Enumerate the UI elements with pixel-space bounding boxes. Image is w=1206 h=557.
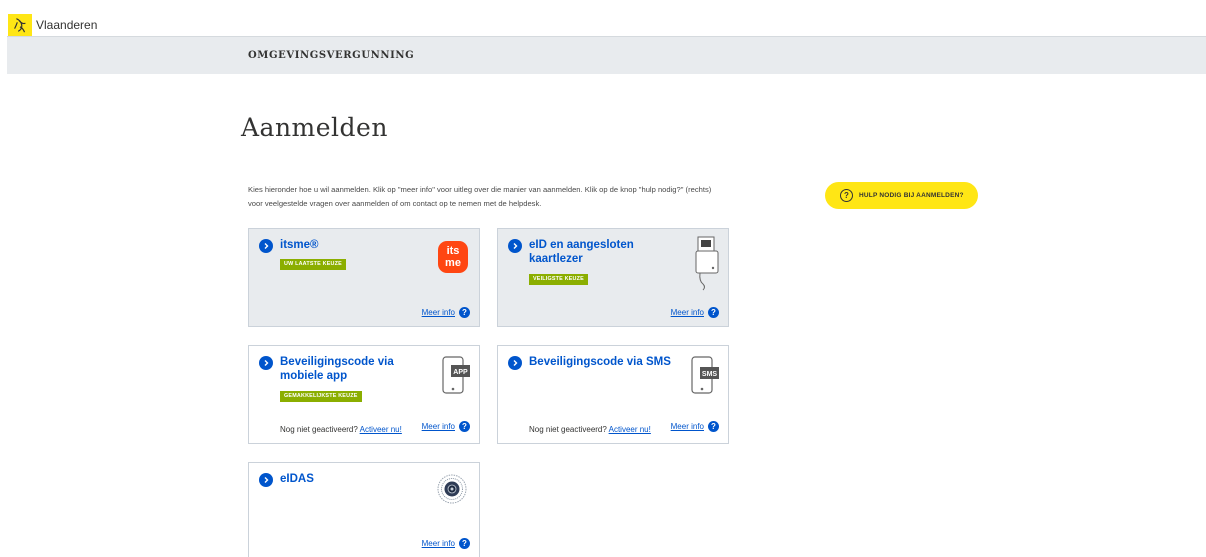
help-icon[interactable]: ? <box>459 421 470 432</box>
activate-now-link[interactable]: Activeer nu! <box>360 425 402 434</box>
help-button[interactable]: ? HULP NODIG BIJ AANMELDEN? <box>825 182 978 209</box>
vlaanderen-logo-icon[interactable] <box>8 14 32 36</box>
more-info: Meer info ? <box>422 421 470 432</box>
activation-hint: Nog niet geactiveerd? Activeer nu! <box>529 425 651 434</box>
more-info: Meer info ? <box>671 421 719 432</box>
itsme-logo-icon: its me <box>438 241 468 273</box>
chevron-right-icon <box>259 356 273 370</box>
top-bar: Vlaanderen <box>0 0 1206 36</box>
login-option-eid[interactable]: eID en aangesloten kaartlezer VEILIGSTE … <box>497 228 729 327</box>
itsme-logo-bottom: me <box>445 257 461 269</box>
last-choice-badge: UW LAATSTE KEUZE <box>280 259 346 270</box>
eidas-logo-icon <box>437 474 467 509</box>
chevron-right-icon <box>259 473 273 487</box>
sms-icon: SMS <box>690 355 720 400</box>
intro-text: Kies hieronder hoe u wil aanmelden. Klik… <box>248 185 712 208</box>
more-info-link[interactable]: Meer info <box>671 422 704 431</box>
help-icon[interactable]: ? <box>708 421 719 432</box>
activation-hint: Nog niet geactiveerd? Activeer nu! <box>280 425 402 434</box>
safest-choice-badge: VEILIGSTE KEUZE <box>529 274 588 285</box>
login-option-sms[interactable]: Beveiligingscode via SMS SMS Nog niet ge… <box>497 345 729 444</box>
app-icon-label: APP <box>453 369 468 376</box>
not-activated-text: Nog niet geactiveerd? <box>280 425 358 434</box>
more-info-link[interactable]: Meer info <box>422 422 455 431</box>
more-info: Meer info ? <box>422 307 470 318</box>
itsme-logo-top: its <box>446 245 460 257</box>
card-header: itsme® <box>259 238 319 253</box>
help-icon[interactable]: ? <box>459 538 470 549</box>
more-info-link[interactable]: Meer info <box>671 308 704 317</box>
login-option-eidas[interactable]: eIDAS Meer info ? <box>248 462 480 557</box>
chevron-right-icon <box>508 356 522 370</box>
card-header: eIDAS <box>259 472 314 487</box>
more-info-link[interactable]: Meer info <box>422 539 455 548</box>
app-header-band: OMGEVINGSVERGUNNING <box>7 36 1206 74</box>
more-info-link[interactable]: Meer info <box>422 308 455 317</box>
card-header: eID en aangesloten kaartlezer <box>508 238 658 266</box>
card-header: Beveiligingscode via mobiele app <box>259 355 434 383</box>
login-option-mobile-app[interactable]: Beveiligingscode via mobiele app GEMAKKE… <box>248 345 480 444</box>
more-info: Meer info ? <box>671 307 719 318</box>
help-button-label: HULP NODIG BIJ AANMELDEN? <box>859 192 964 199</box>
question-circle-icon: ? <box>840 189 853 202</box>
app-title[interactable]: OMGEVINGSVERGUNNING <box>248 50 414 61</box>
chevron-right-icon <box>508 239 522 253</box>
sms-icon-label: SMS <box>702 371 718 378</box>
more-info: Meer info ? <box>422 538 470 549</box>
card-title: eIDAS <box>280 473 314 485</box>
page-title: Aanmelden <box>241 113 388 142</box>
not-activated-text: Nog niet geactiveerd? <box>529 425 607 434</box>
help-icon[interactable]: ? <box>459 307 470 318</box>
card-title: itsme® <box>280 239 319 251</box>
brand-name[interactable]: Vlaanderen <box>36 18 97 32</box>
card-title: Beveiligingscode via SMS <box>529 356 671 368</box>
easiest-choice-badge: GEMAKKELIJKSTE KEUZE <box>280 391 362 402</box>
login-option-itsme[interactable]: itsme® UW LAATSTE KEUZE its me Meer info… <box>248 228 480 327</box>
card-header: Beveiligingscode via SMS <box>508 355 683 370</box>
help-icon[interactable]: ? <box>708 307 719 318</box>
card-reader-icon <box>694 235 720 296</box>
activate-now-link[interactable]: Activeer nu! <box>609 425 651 434</box>
chevron-right-icon <box>259 239 273 253</box>
card-title: Beveiligingscode via mobiele app <box>280 356 394 382</box>
card-title: eID en aangesloten kaartlezer <box>529 239 634 265</box>
mobile-app-icon: APP <box>441 355 471 400</box>
